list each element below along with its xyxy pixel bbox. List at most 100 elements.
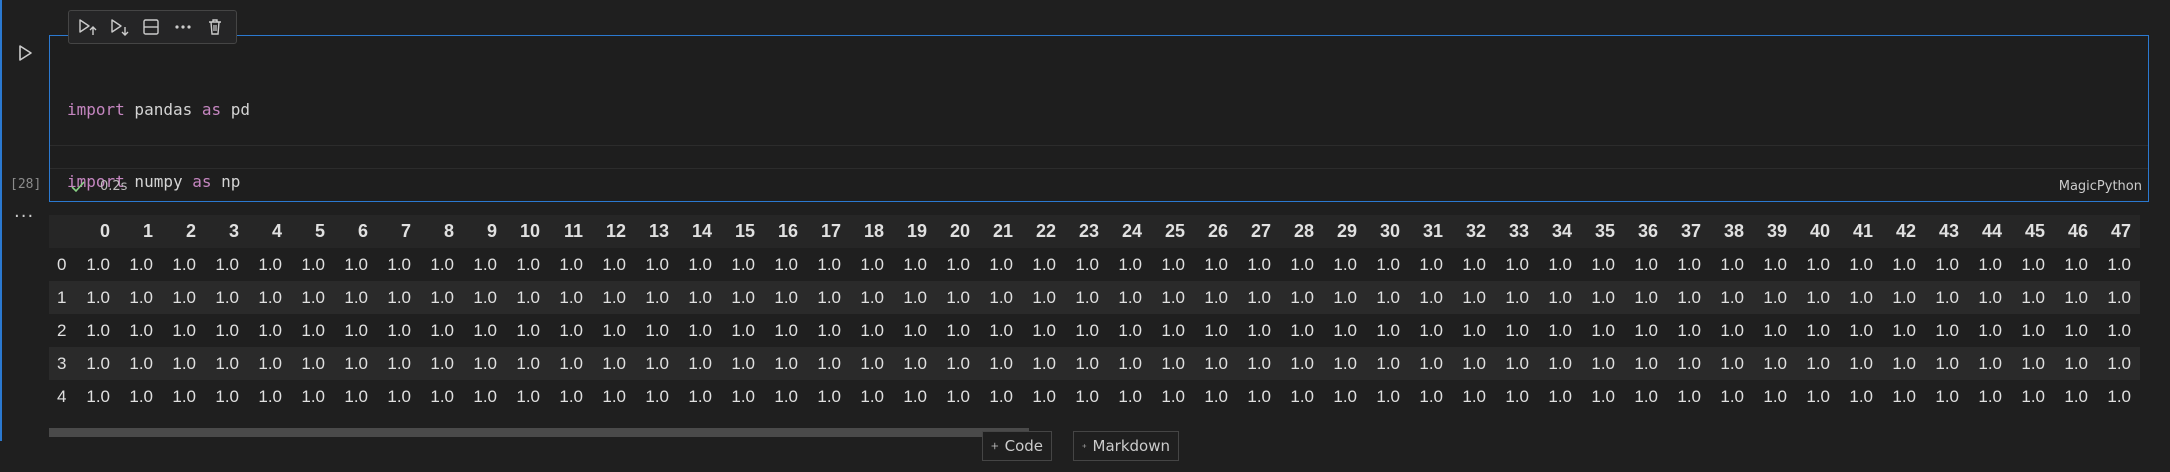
code-editor[interactable]: import pandas as pd import numpy as np p… [49,35,2149,408]
table-cell: 1.0 [1935,320,1959,340]
table-cell: 1.0 [2064,254,2088,274]
column-header: 9 [463,215,506,248]
row-index: 3 [57,353,67,373]
table-row: 2 1.0 1.0 1.0 1.0 1.0 1.0 1.0 1.0 1.0 1.0 1.0 1.0 1.0… [49,314,2140,347]
add-code-cell-button[interactable]: Code [982,431,1052,461]
table-cell: 1.0 [1634,287,1658,307]
table-cell: 1.0 [1634,254,1658,274]
add-markdown-cell-button[interactable]: Markdown [1073,431,1179,461]
table-cell: 1.0 [344,254,368,274]
table-cell: 1.0 [1204,320,1228,340]
table-cell: 1.0 [86,353,110,373]
table-cell: 1.0 [1333,287,1357,307]
table-cell: 1.0 [688,353,712,373]
table-cell: 1.0 [903,353,927,373]
table-cell: 1.0 [2107,320,2131,340]
table-cell: 1.0 [1591,386,1615,406]
table-cell: 1.0 [989,353,1013,373]
output-more-icon[interactable]: ··· [14,208,34,226]
table-cell: 1.0 [215,353,239,373]
table-cell: 1.0 [1978,386,2002,406]
horizontal-scrollbar[interactable] [49,428,1029,437]
table-cell: 1.0 [645,386,669,406]
table-cell: 1.0 [860,254,884,274]
table-cell: 1.0 [1290,353,1314,373]
table-cell: 1.0 [1376,254,1400,274]
split-cell-button[interactable] [137,13,165,41]
row-index: 0 [57,254,67,274]
table-cell: 1.0 [1677,320,1701,340]
table-cell: 1.0 [1591,320,1615,340]
table-cell: 1.0 [559,353,583,373]
table-cell: 1.0 [1892,353,1916,373]
table-cell: 1.0 [473,386,497,406]
run-below-icon [111,19,129,36]
play-icon [19,45,32,61]
table-cell: 1.0 [1935,386,1959,406]
table-cell: 1.0 [1462,254,1486,274]
table-cell: 1.0 [1548,320,1572,340]
table-cell: 1.0 [301,386,325,406]
table-cell: 1.0 [2021,287,2045,307]
column-header: 22 [1022,215,1065,248]
table-body: 0 1.0 1.0 1.0 1.0 1.0 1.0 1.0 1.0 1.0 1.0 1.0 1.0 1.0… [49,248,2140,413]
table-cell: 1.0 [2021,353,2045,373]
table-cell: 1.0 [1118,353,1142,373]
table-row: 0 1.0 1.0 1.0 1.0 1.0 1.0 1.0 1.0 1.0 1.0 1.0 1.0 1.0… [49,248,2140,281]
run-above-button[interactable] [73,13,101,41]
language-indicator[interactable]: MagicPython [2059,179,2142,194]
split-cell-icon [143,19,159,35]
table-cell: 1.0 [1462,386,1486,406]
table-cell: 1.0 [645,254,669,274]
table-cell: 1.0 [946,320,970,340]
more-actions-button[interactable] [169,13,197,41]
column-header: 21 [979,215,1022,248]
table-cell: 1.0 [989,386,1013,406]
column-header: 8 [420,215,463,248]
table-cell: 1.0 [1634,386,1658,406]
table-cell: 1.0 [1548,353,1572,373]
table-cell: 1.0 [1290,320,1314,340]
table-cell: 1.0 [1505,386,1529,406]
column-header: 5 [291,215,334,248]
table-cell: 1.0 [172,254,196,274]
run-below-button[interactable] [105,13,133,41]
table-row: 1 1.0 1.0 1.0 1.0 1.0 1.0 1.0 1.0 1.0 1.0 1.0 1.0 1.0… [49,281,2140,314]
column-header: 44 [1968,215,2011,248]
table-cell: 1.0 [86,386,110,406]
column-header: 2 [162,215,205,248]
table-cell: 1.0 [774,386,798,406]
table-cell: 1.0 [1032,386,1056,406]
table-cell: 1.0 [860,287,884,307]
table-cell: 1.0 [1806,254,1830,274]
table-cell: 1.0 [516,254,540,274]
table-cell: 1.0 [1419,254,1443,274]
table-cell: 1.0 [1677,254,1701,274]
delete-cell-button[interactable] [201,13,229,41]
table-cell: 1.0 [1462,320,1486,340]
table-cell: 1.0 [344,287,368,307]
delete-icon [209,19,221,35]
column-header: 36 [1624,215,1667,248]
index-header [49,215,76,248]
table-cell: 1.0 [387,353,411,373]
table-cell: 1.0 [2064,386,2088,406]
table-cell: 1.0 [1032,254,1056,274]
table-cell: 1.0 [688,254,712,274]
column-header: 20 [936,215,979,248]
table-cell: 1.0 [1935,353,1959,373]
run-cell-button[interactable] [14,42,36,64]
table-cell: 1.0 [1204,287,1228,307]
table-cell: 1.0 [1505,353,1529,373]
table-cell: 1.0 [731,287,755,307]
table-cell: 1.0 [1118,287,1142,307]
table-cell: 1.0 [731,254,755,274]
table-cell: 1.0 [129,353,153,373]
column-header: 16 [764,215,807,248]
table-cell: 1.0 [946,353,970,373]
table-cell: 1.0 [688,386,712,406]
table-cell: 1.0 [1161,254,1185,274]
row-index: 2 [57,320,67,340]
table-cell: 1.0 [1075,254,1099,274]
table-cell: 1.0 [1161,320,1185,340]
